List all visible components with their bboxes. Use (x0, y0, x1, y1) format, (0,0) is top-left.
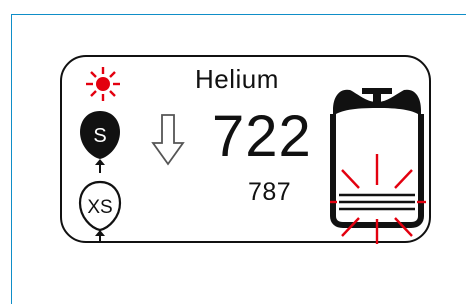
balloon-size-xs-label: XS (87, 197, 112, 218)
main-value-readout: 722 (212, 104, 312, 169)
balloon-size-s-label: S (93, 125, 106, 147)
gas-name-label: Helium (195, 64, 279, 94)
down-arrow-icon (151, 114, 185, 166)
gas-cylinder-icon (330, 88, 426, 244)
secondary-value-readout: 787 (248, 178, 292, 206)
balloon-size-xs-icon[interactable]: XS (76, 180, 124, 244)
sun-burst-icon (86, 67, 120, 101)
cylinder-bottom-alert-icon (330, 154, 426, 244)
balloon-size-s-icon[interactable]: S (76, 109, 124, 175)
